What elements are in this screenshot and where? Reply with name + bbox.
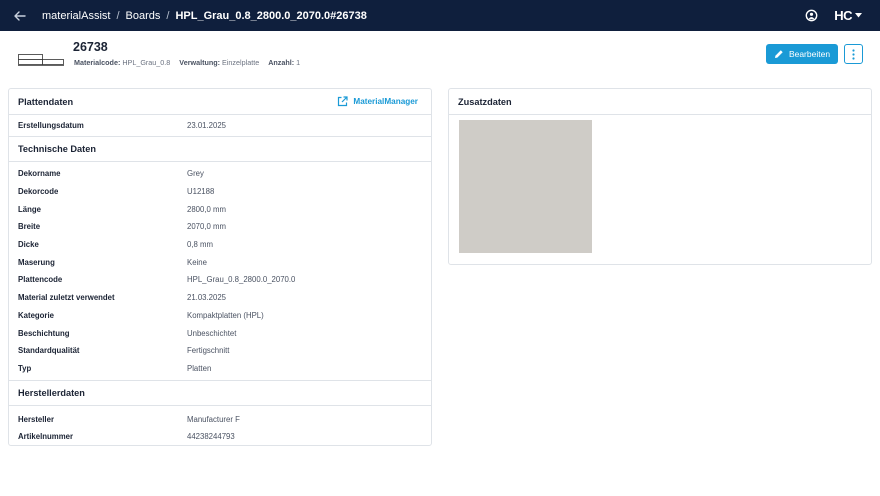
board-stack-icon bbox=[18, 54, 64, 66]
plattendaten-title: Plattendaten bbox=[18, 96, 74, 107]
meta-anzahl: Anzahl: 1 bbox=[268, 58, 301, 67]
edit-button[interactable]: Bearbeiten bbox=[766, 44, 838, 64]
row-key: Artikelnummer bbox=[18, 432, 74, 442]
data-row: Dekorcode U12188 bbox=[9, 183, 431, 201]
breadcrumb-separator: / bbox=[116, 9, 120, 22]
row-value: Manufacturer F bbox=[187, 414, 240, 424]
row-value: 2800,0 mm bbox=[187, 204, 227, 214]
row-value: 44238244793 bbox=[187, 432, 235, 442]
row-value: Unbeschichtet bbox=[187, 328, 237, 338]
row-key: Standardqualität bbox=[18, 346, 80, 356]
row-key: Typ bbox=[18, 363, 32, 373]
row-value: U12188 bbox=[187, 187, 215, 197]
row-value: 2070,0 mm bbox=[187, 222, 227, 232]
pencil-icon bbox=[774, 50, 783, 58]
breadcrumb: materialAssist / Boards / HPL_Grau_0.8_2… bbox=[42, 10, 367, 22]
row-key: Dekorname bbox=[18, 169, 61, 179]
row-key: Dicke bbox=[18, 240, 39, 250]
zusatzdaten-card: Zusatzdaten bbox=[448, 88, 872, 265]
data-row: Dicke 0,8 mm bbox=[9, 236, 431, 254]
row-value: HPL_Grau_0.8_2800.0_2070.0 bbox=[187, 275, 296, 285]
row-value: Platten bbox=[187, 363, 212, 373]
materialmanager-link[interactable]: MaterialManager bbox=[337, 96, 418, 107]
data-row: Breite 2070,0 mm bbox=[9, 218, 431, 236]
row-value: Fertigschnitt bbox=[187, 346, 230, 356]
row-value: Grey bbox=[187, 169, 204, 179]
row-value: 21.03.2025 bbox=[187, 293, 227, 303]
row-value: 0,8 mm bbox=[187, 240, 213, 250]
row-key: Dekorcode bbox=[18, 187, 59, 197]
row-key: Hersteller bbox=[18, 414, 54, 424]
row-key: Länge bbox=[18, 204, 41, 214]
row-key: Maserung bbox=[18, 257, 55, 267]
external-link-icon bbox=[338, 96, 348, 107]
data-row: Maserung Keine bbox=[9, 253, 431, 271]
support-icon[interactable] bbox=[805, 9, 818, 22]
row-value: Kompaktplatten (HPL) bbox=[187, 310, 264, 320]
zusatzdaten-title: Zusatzdaten bbox=[458, 96, 512, 107]
page-title: 26738 bbox=[73, 40, 108, 54]
data-row: Länge 2800,0 mm bbox=[9, 200, 431, 218]
meta-verwaltung: Verwaltung: Einzelplatte bbox=[179, 58, 260, 67]
row-key: Plattencode bbox=[18, 275, 63, 285]
meta-materialcode: Materialcode: HPL_Grau_0.8 bbox=[74, 58, 171, 67]
breadcrumb-section[interactable]: Boards bbox=[126, 10, 161, 22]
chevron-down-icon bbox=[855, 13, 862, 18]
data-row: Artikelnummer 44238244793 bbox=[9, 428, 431, 446]
page-header: 26738 Materialcode: HPL_Grau_0.8 Verwalt… bbox=[0, 31, 880, 83]
data-row: Material zuletzt verwendet 21.03.2025 bbox=[9, 289, 431, 307]
herstellerdaten-section: Herstellerdaten bbox=[9, 380, 431, 407]
data-row: Kategorie Kompaktplatten (HPL) bbox=[9, 307, 431, 325]
back-arrow-icon[interactable] bbox=[9, 5, 31, 27]
data-row: Erstellungsdatum 23.01.2025 bbox=[9, 115, 431, 136]
top-bar: materialAssist / Boards / HPL_Grau_0.8_2… bbox=[0, 0, 880, 31]
data-row: Beschichtung Unbeschichtet bbox=[9, 324, 431, 342]
breadcrumb-app[interactable]: materialAssist bbox=[42, 10, 110, 22]
row-key: Kategorie bbox=[18, 310, 54, 320]
data-row: Plattencode HPL_Grau_0.8_2800.0_2070.0 bbox=[9, 271, 431, 289]
data-row: Standardqualität Fertigschnitt bbox=[9, 342, 431, 360]
data-row: Hersteller Manufacturer F bbox=[9, 410, 431, 428]
technische-daten-section: Technische Daten bbox=[9, 136, 431, 162]
row-value: 23.01.2025 bbox=[187, 121, 227, 130]
row-key: Material zuletzt verwendet bbox=[18, 293, 115, 303]
row-key: Breite bbox=[18, 222, 41, 232]
edit-button-label: Bearbeiten bbox=[788, 49, 831, 59]
plattendaten-card: Plattendaten MaterialManager Erstellungs… bbox=[8, 88, 432, 446]
decor-swatch-image bbox=[459, 120, 592, 253]
materialmanager-label: MaterialManager bbox=[353, 97, 418, 106]
company-logo-menu[interactable]: HC bbox=[834, 8, 862, 23]
row-key: Erstellungsdatum bbox=[18, 121, 84, 130]
plattendaten-header: Plattendaten MaterialManager bbox=[9, 89, 431, 115]
breadcrumb-separator: / bbox=[166, 9, 170, 22]
zusatzdaten-header: Zusatzdaten bbox=[449, 89, 871, 115]
more-options-button[interactable] bbox=[844, 44, 863, 64]
row-key: Beschichtung bbox=[18, 328, 70, 338]
breadcrumb-current: HPL_Grau_0.8_2800.0_2070.0#26738 bbox=[175, 9, 367, 22]
board-meta: Materialcode: HPL_Grau_0.8 Verwaltung: E… bbox=[74, 58, 300, 67]
data-row: Typ Platten bbox=[9, 360, 431, 378]
company-logo: HC bbox=[834, 8, 852, 23]
more-vertical-icon bbox=[852, 48, 855, 60]
row-value: Keine bbox=[187, 257, 207, 267]
data-row: Dekorname Grey bbox=[9, 165, 431, 183]
